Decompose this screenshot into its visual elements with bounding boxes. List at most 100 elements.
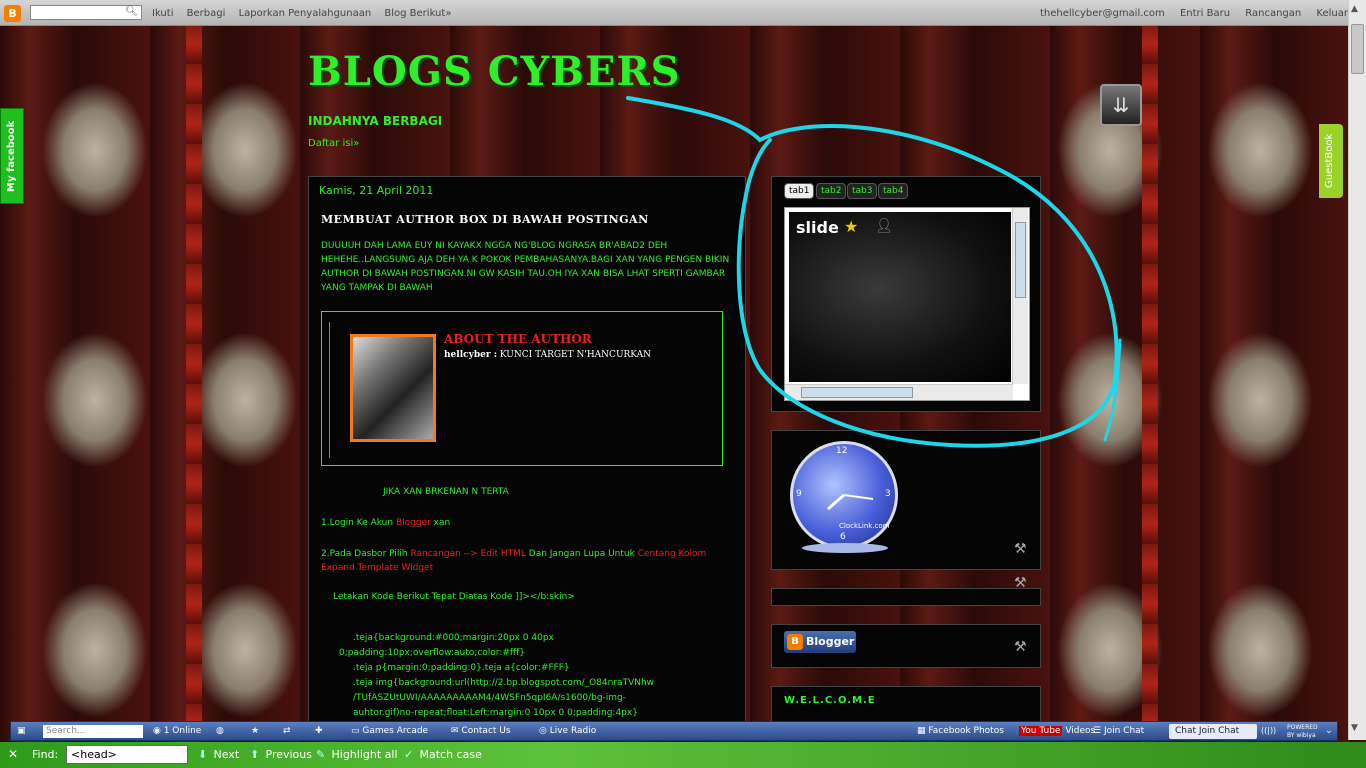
blog-post: Kamis, 21 April 2011 MEMBUAT AUTHOR BOX … [308,176,746,724]
powered-by-blogger-button[interactable]: B Blogger [784,631,856,653]
code-instruction: Letakan Kode Berikut Tepat Diatas Kode ]… [333,592,575,602]
blogger-link[interactable]: Blogger [396,518,431,528]
post-intro: DUUUUH DAH LAMA EUY NI KAYAKX NGGA NG'BL… [321,241,730,293]
welcome-widget: W.E.L.C.O.M.E [771,686,1041,726]
wibiya-menu-icon[interactable]: ▣ [17,726,26,736]
next-blog-link[interactable]: Blog Berikut» [384,8,451,19]
blog-title[interactable]: BLOGS CYBERS [308,48,681,95]
youtube-icon: You Tube [1019,726,1063,736]
facebook-side-tab[interactable]: My facebook [0,108,24,204]
analog-clock[interactable]: 12 3 6 9 ClockLink.com [790,441,898,549]
clocklink-label: ClockLink.com [839,522,890,530]
tab-2[interactable]: tab2 [816,183,847,199]
blogger-logo-icon[interactable]: B [4,5,21,22]
contact-label: Contact Us [461,726,511,736]
step-text: 1.Login Ke Akun [321,518,396,528]
radio-button[interactable]: ◎ Live Radio [539,726,596,736]
slideshow-vertical-scrollbar[interactable] [1012,208,1028,384]
match-case-checkbox[interactable]: ✓ Match case [404,748,482,761]
edit-wrench-icon[interactable]: ⚒ [1014,541,1027,557]
close-icon[interactable]: ✕ [8,747,18,761]
navbar-search-input[interactable]: 🔍︎ [30,5,142,20]
radio-icon: ◎ [539,726,550,736]
slideshow[interactable]: slide ★ 👤︎ [789,212,1011,382]
facebook-photos-button[interactable]: ▦ Facebook Photos [917,726,1004,736]
find-label: Find: [32,748,59,761]
scroll-down-button[interactable]: ⇊ [1100,84,1142,126]
scrollbar-thumb[interactable] [801,387,913,398]
collapse-chevron-icon[interactable]: ⌄ [1325,726,1333,736]
add-icon[interactable]: ✚ [315,726,323,736]
contact-button[interactable]: ✉ Contact Us [451,726,511,736]
author-tagline: hellcyber : KUNCI TARGET N'HANCURKAN [444,350,651,360]
table-of-contents-link[interactable]: Daftar isi» [308,138,359,149]
step-2: 2.Pada Dasbor Pilih Rancangan --> Edit H… [321,547,737,575]
clock-number: 12 [836,446,848,456]
find-input[interactable]: <head> [66,745,188,764]
edit-wrench-icon[interactable]: ⚒ [1014,575,1027,591]
code-line: /TUfASZUtUWI/AAAAAAAAAM4/4WSFn5qpI6A/s16… [353,693,627,703]
code-block: .teja{background:#000;margin:20px 0 40px… [339,631,713,721]
wibiya-powered-by[interactable]: POWERED BY wibiya [1287,724,1321,740]
clock-number: 9 [796,489,802,499]
share-link[interactable]: Berbagi [187,8,226,19]
slideshow-frame: slide ★ 👤︎ [784,207,1030,401]
previous-label: Previous [265,748,313,761]
code-line: .teja{background:#000;margin:20px 0 40px [353,633,554,643]
star-icon[interactable]: ★ [844,217,858,236]
scroll-down-arrow-icon[interactable]: ▼ [1351,723,1358,733]
games-button[interactable]: ▭ Games Arcade [351,726,428,736]
clock-number: 6 [840,532,846,542]
tab-3[interactable]: tab3 [847,183,878,199]
follow-link[interactable]: Ikuti [152,8,173,19]
photos-icon: ▦ [917,726,929,736]
online-users-button[interactable]: ◉ 1 Online [153,726,201,736]
blogger-widget: B Blogger ⚒ [771,624,1041,668]
code-line: .teja img{background:url(http://2.bp.blo… [353,678,655,688]
user-icon[interactable]: 👤︎ [875,218,893,234]
post-title[interactable]: MEMBUAT AUTHOR BOX DI BAWAH POSTINGAN [321,213,649,226]
blogger-navbar: B 🔍︎ Ikuti Berbagi Laporkan Penyalahguna… [0,0,1348,26]
join-chat-button[interactable]: ☰ Join Chat [1093,726,1144,736]
guestbook-side-tab[interactable]: GuestBook [1319,124,1343,198]
clock-widget: 12 3 6 9 ClockLink.com ⚒ [771,430,1041,570]
report-abuse-link[interactable]: Laporkan Penyalahgunaan [239,8,372,19]
scroll-up-arrow-icon[interactable]: ▲ [1351,4,1358,14]
author-box-heading: ABOUT THE AUTHOR [444,332,592,346]
edit-html-link[interactable]: Rancangan --> Edit HTML [410,549,525,559]
globe-icon[interactable]: ◍ [216,726,224,736]
chat-join-button[interactable]: Chat Join Chat [1169,724,1257,739]
sign-out-link[interactable]: Keluar [1316,8,1348,19]
find-next-button[interactable]: ⬇ Next [198,748,239,761]
clock-number: 3 [885,489,891,499]
search-icon[interactable]: 🔍︎ [125,6,138,17]
page-scrollbar[interactable]: ▲ ▼ [1348,0,1366,740]
edit-wrench-icon[interactable]: ⚒ [1014,639,1027,655]
find-previous-button[interactable]: ⬆ Previous [250,748,312,761]
author-box: ABOUT THE AUTHOR hellcyber : KUNCI TARGE… [321,311,723,466]
new-post-link[interactable]: Entri Baru [1180,8,1230,19]
wibiya-search-input[interactable]: Search... [43,725,143,738]
blog-description: INDAHNYA BERBAGI [308,114,443,128]
scrollbar-thumb[interactable] [1015,222,1026,298]
tabs-widget: tab1 tab2 tab3 tab4 slide ★ 👤︎ [771,176,1041,412]
highlight-all-button[interactable]: ✎ Highlight all [316,748,398,761]
signal-icon[interactable]: ((|)) [1261,726,1276,735]
design-link[interactable]: Rancangan [1245,8,1301,19]
post-paragraph: JIKA XAN BRKENAN N TERTA [383,487,509,497]
highlight-label: Highlight all [331,748,398,761]
shuffle-icon[interactable]: ⇄ [283,726,291,736]
wallpaper-stripe [1142,24,1158,744]
slideshow-horizontal-scrollbar[interactable] [785,384,1013,400]
videos-button[interactable]: You Tube Videos [1019,726,1095,736]
wibiya-toolbar: ▣ Search... ◉ 1 Online ◍ ★ ⇄ ✚ ▭ Games A… [10,721,1338,741]
tab-1[interactable]: tab1 [784,183,815,199]
online-icon: ◉ [153,726,164,736]
match-case-label: Match case [419,748,482,761]
star-icon[interactable]: ★ [251,726,259,736]
fb-photos-label: Facebook Photos [928,726,1004,736]
scrollbar-thumb[interactable] [1351,24,1364,74]
tab-4[interactable]: tab4 [878,183,909,199]
join-chat-label: Join Chat [1103,726,1145,736]
code-line: 0;padding:10px;overflow:auto;color:#fff} [339,648,525,658]
